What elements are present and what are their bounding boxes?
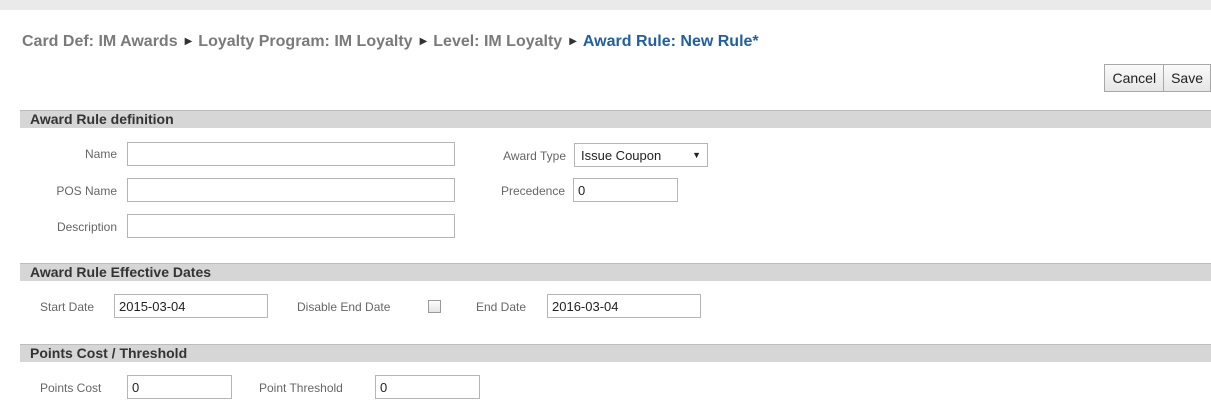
- save-button[interactable]: Save: [1164, 64, 1211, 92]
- cancel-button[interactable]: Cancel: [1104, 64, 1165, 92]
- start-date-label: Start Date: [40, 300, 95, 314]
- name-field[interactable]: [127, 142, 455, 166]
- end-date-field[interactable]: [547, 294, 701, 318]
- award-type-select[interactable]: Issue Coupon ▼: [574, 143, 708, 167]
- description-label: Description: [56, 220, 117, 234]
- disable-end-date-checkbox[interactable]: [428, 300, 441, 313]
- precedence-field[interactable]: [573, 178, 678, 202]
- description-field[interactable]: [127, 214, 455, 238]
- caret-down-icon: ▼: [692, 150, 701, 160]
- precedence-label: Precedence: [500, 184, 565, 198]
- breadcrumb-item-level[interactable]: Level: IM Loyalty: [433, 33, 562, 50]
- breadcrumb-item-loyalty-program[interactable]: Loyalty Program: IM Loyalty: [198, 33, 412, 50]
- end-date-label: End Date: [476, 300, 527, 314]
- action-buttons: Cancel Save: [1104, 64, 1211, 92]
- start-date-field[interactable]: [114, 294, 268, 318]
- section-header-definition: Award Rule definition: [20, 110, 1211, 128]
- breadcrumb-arrow-icon: ▶: [569, 36, 577, 47]
- breadcrumb-item-card-def[interactable]: Card Def: IM Awards: [22, 33, 178, 50]
- section-header-effective-dates: Award Rule Effective Dates: [20, 263, 1211, 281]
- section-header-points: Points Cost / Threshold: [20, 344, 1211, 362]
- disable-end-date-label: Disable End Date: [297, 300, 391, 314]
- points-cost-label: Points Cost: [40, 381, 102, 395]
- breadcrumb-arrow-icon: ▶: [419, 36, 428, 47]
- top-border: [0, 0, 1211, 10]
- breadcrumb: Card Def: IM Awards ▶ Loyalty Program: IM …: [22, 33, 759, 51]
- points-cost-field[interactable]: [127, 375, 232, 399]
- point-threshold-field[interactable]: [375, 375, 480, 399]
- point-threshold-label: Point Threshold: [259, 381, 343, 395]
- pos-name-field[interactable]: [127, 178, 455, 202]
- breadcrumb-arrow-icon: ▶: [184, 36, 193, 47]
- award-type-label: Award Type: [503, 149, 566, 163]
- award-type-value: Issue Coupon: [581, 147, 662, 163]
- name-label: Name: [84, 147, 117, 161]
- pos-name-label: POS Name: [56, 184, 117, 198]
- breadcrumb-current: Award Rule: New Rule*: [582, 33, 759, 50]
